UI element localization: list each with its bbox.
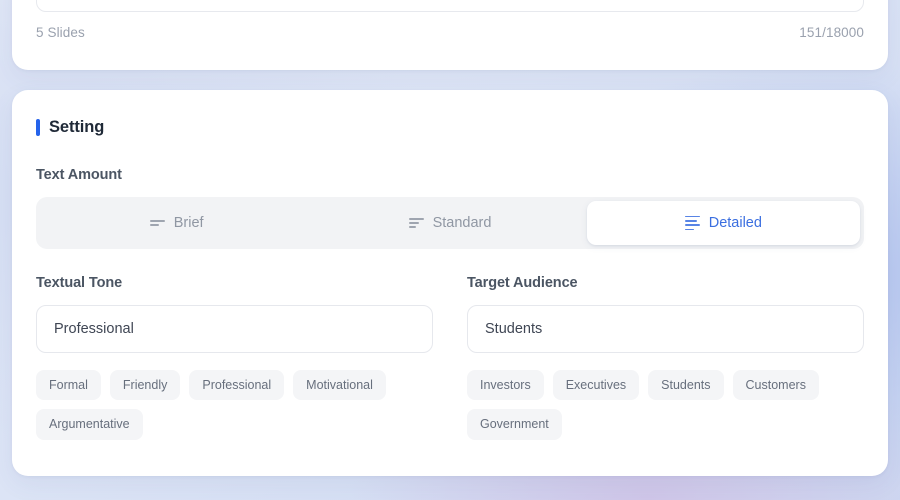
- prompt-textarea[interactable]: [36, 0, 864, 12]
- settings-content: Setting Text Amount Brief Standard Detai…: [12, 90, 888, 440]
- textual-tone-label: Textual Tone: [36, 275, 123, 291]
- textual-tone-section: Textual Tone Formal Friendly Professiona…: [36, 275, 433, 440]
- textual-tone-input[interactable]: [36, 305, 433, 353]
- segment-option-detailed[interactable]: Detailed: [586, 201, 860, 245]
- page-title: Setting: [49, 118, 105, 136]
- slide-count-label: 5 Slides: [36, 25, 85, 40]
- settings-heading: Setting: [36, 118, 864, 137]
- target-audience-input[interactable]: [467, 305, 864, 353]
- text-amount-segmented-control: Brief Standard Detailed: [36, 197, 864, 249]
- audience-chip-students[interactable]: Students: [648, 370, 724, 401]
- audience-chip-government[interactable]: Government: [467, 409, 562, 440]
- audience-chip-investors[interactable]: Investors: [467, 370, 544, 401]
- settings-card: Setting Text Amount Brief Standard Detai…: [12, 90, 888, 476]
- settings-columns: Textual Tone Formal Friendly Professiona…: [36, 275, 864, 440]
- tone-chip-professional[interactable]: Professional: [189, 370, 285, 401]
- page-root: 5 Slides 151/18000 Setting Text Amount B…: [0, 0, 900, 500]
- list-medium-icon: [408, 217, 424, 229]
- character-counter: 151/18000: [799, 25, 864, 40]
- heading-accent-bar: [36, 119, 40, 136]
- target-audience-section: Target Audience Investors Executives Stu…: [467, 275, 864, 440]
- segment-option-brief[interactable]: Brief: [40, 201, 313, 245]
- segment-label-brief: Brief: [173, 215, 204, 231]
- text-amount-label: Text Amount: [36, 167, 122, 183]
- audience-chip-customers[interactable]: Customers: [732, 370, 819, 401]
- tone-chip-friendly[interactable]: Friendly: [109, 370, 181, 401]
- prompt-meta-row: 5 Slides 151/18000: [36, 25, 864, 40]
- prompt-card: 5 Slides 151/18000: [12, 0, 888, 70]
- list-short-icon: [149, 219, 165, 227]
- textual-tone-suggestions: Formal Friendly Professional Motivationa…: [36, 370, 433, 440]
- audience-chip-executives[interactable]: Executives: [552, 370, 640, 401]
- tone-chip-formal[interactable]: Formal: [36, 370, 101, 401]
- target-audience-label: Target Audience: [467, 275, 578, 291]
- segment-label-standard: Standard: [432, 215, 492, 231]
- target-audience-suggestions: Investors Executives Students Customers …: [467, 370, 864, 440]
- segment-label-detailed: Detailed: [708, 215, 762, 231]
- segment-option-standard[interactable]: Standard: [313, 201, 586, 245]
- list-long-icon: [684, 215, 700, 231]
- tone-chip-argumentative[interactable]: Argumentative: [36, 409, 143, 440]
- tone-chip-motivational[interactable]: Motivational: [293, 370, 386, 401]
